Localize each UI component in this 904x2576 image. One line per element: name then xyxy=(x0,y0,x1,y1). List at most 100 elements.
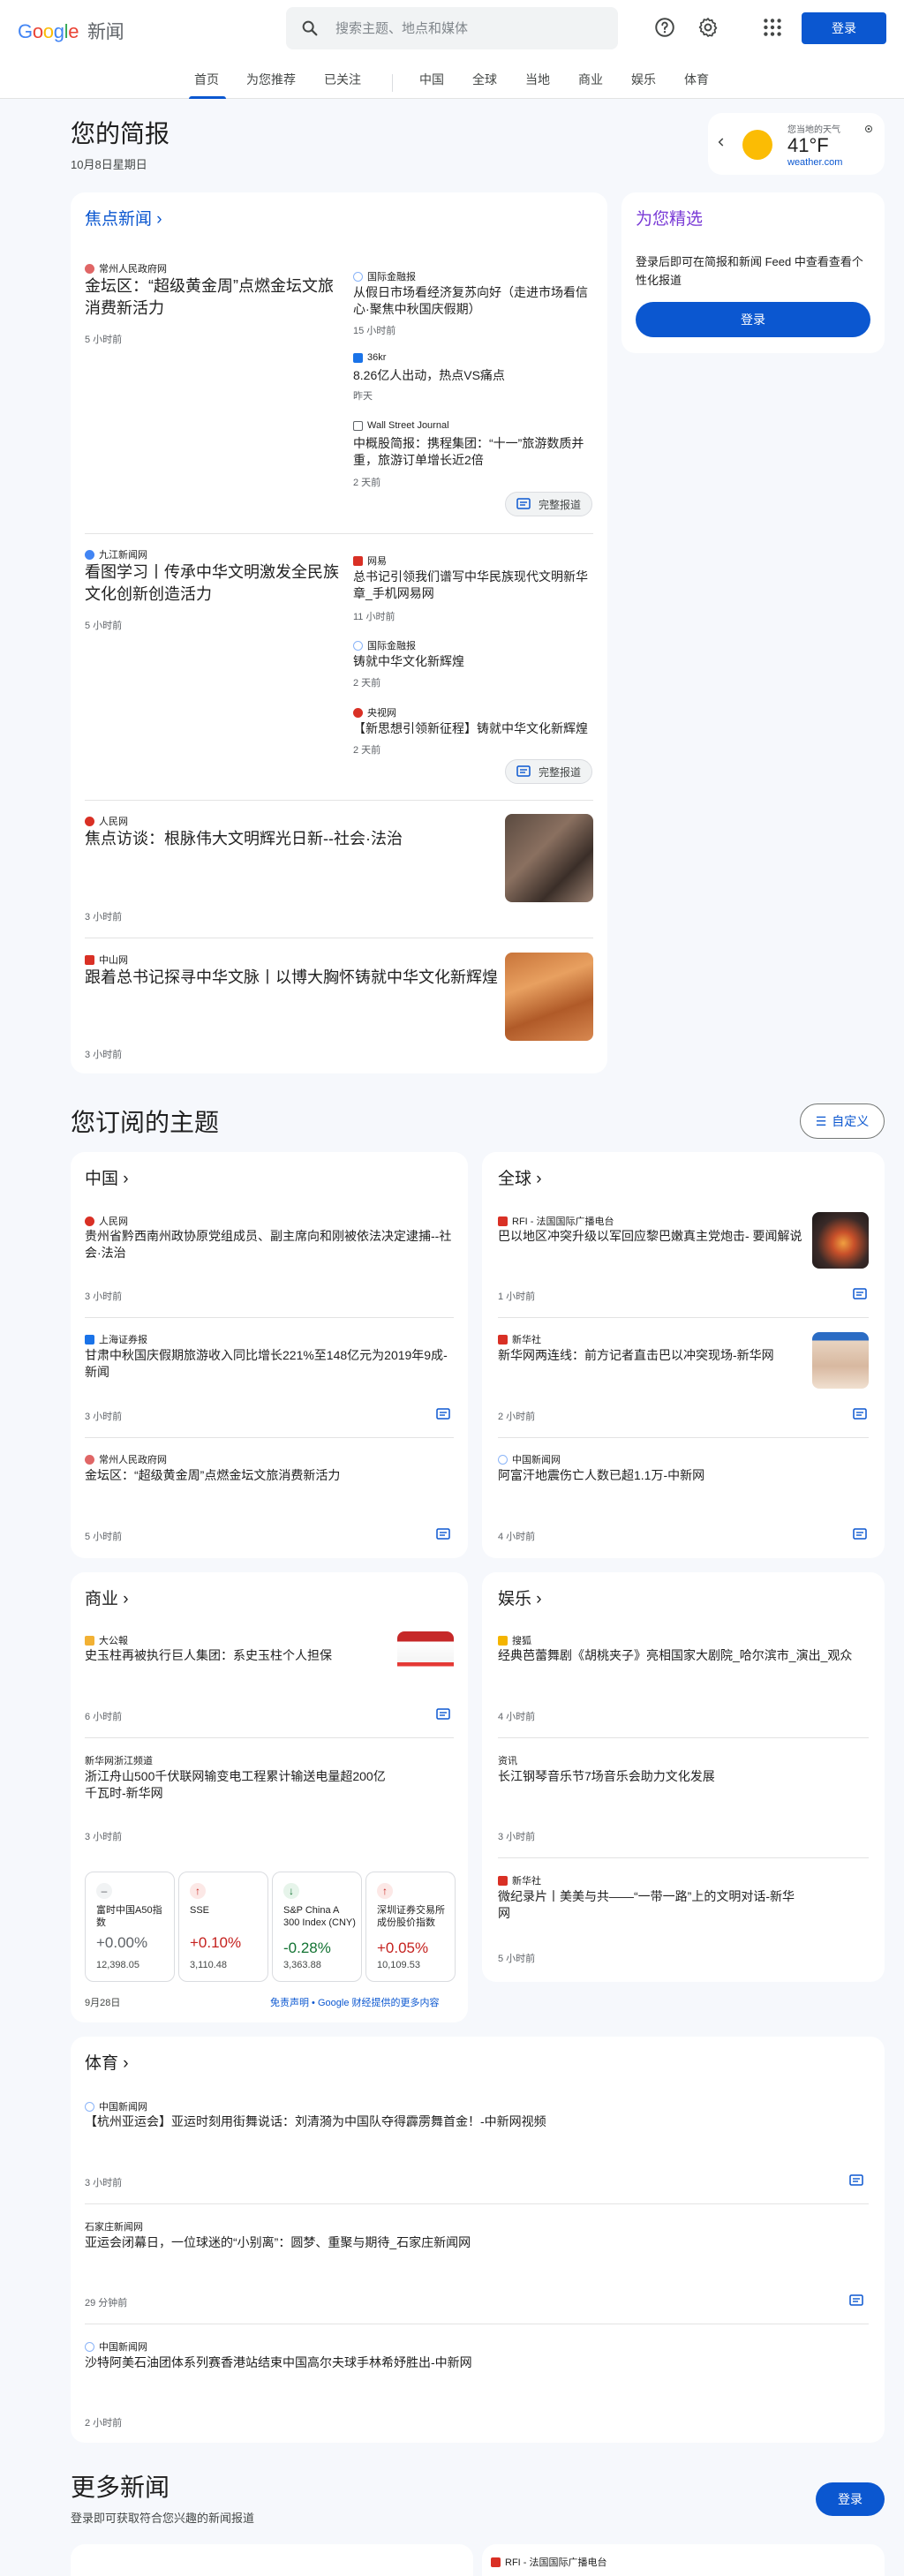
flat-icon: – xyxy=(96,1883,112,1899)
story-headline[interactable]: 总书记引领我们谱写中华民族现代文明新华章_手机网易网 xyxy=(353,569,591,603)
story-headline[interactable]: 金坛区：“超级黄金周”点燃金坛文旅消费新活力 xyxy=(85,1467,456,1484)
story-headline[interactable]: 看图学习丨传承中华文明激发全民族文化创新创造活力 xyxy=(85,561,341,606)
story-headline[interactable]: 【杭州亚运会】亚运时刻用街舞说话：刘清漪为中国队夺得霹雳舞首金！-中新网视频 xyxy=(85,2113,791,2130)
for-you-sign-in-button[interactable]: 登录 xyxy=(636,302,870,337)
story-headline[interactable]: 焦点访谈：根脉伟大文明辉光日新--社会·法治 xyxy=(85,828,473,850)
story-headline[interactable]: 新华网两连线：前方记者直击巴以冲突现场-新华网 xyxy=(498,1347,807,1364)
full-coverage-icon[interactable] xyxy=(436,1407,452,1421)
tab-following[interactable]: 已关注 xyxy=(324,71,361,99)
story-headline[interactable]: 【新思想引领新征程】铸就中华文化新辉煌 xyxy=(353,720,591,737)
topic-title-entertainment[interactable]: 娱乐 › xyxy=(498,1586,542,1609)
full-coverage-button[interactable]: 完整报道 xyxy=(505,492,593,516)
help-icon[interactable] xyxy=(653,16,676,39)
customize-button[interactable]: ☰ 自定义 xyxy=(800,1103,885,1139)
apps-icon[interactable] xyxy=(761,16,784,39)
stock-card[interactable]: ↑ SSE +0.10% 3,110.48 xyxy=(178,1872,268,1982)
full-coverage-icon[interactable] xyxy=(436,1707,452,1721)
full-coverage-icon xyxy=(516,498,531,509)
full-coverage-button[interactable]: 完整报道 xyxy=(505,759,593,784)
story-source: RFI - 法国国际广播电台 xyxy=(491,2555,607,2569)
story-headline[interactable]: 8.26亿人出动，热点VS痛点 xyxy=(353,367,591,384)
story-headline[interactable]: 跟着总书记探寻中华文脉丨以博大胸怀铸就中华文化新辉煌 xyxy=(85,967,500,989)
story-headline[interactable]: 贵州省黔西南州政协原党组成员、副主席向和刚被依法决定逮捕--社会·法治 xyxy=(85,1228,456,1262)
story-headline[interactable]: 长江钢琴音乐节7场音乐会助力文化发展 xyxy=(498,1768,869,1785)
tab-entertainment[interactable]: 娱乐 xyxy=(631,71,656,99)
weather-widget[interactable]: 您当地的天气 41°F weather.com xyxy=(708,113,885,175)
story-headline[interactable]: 微纪录片丨美美与共——“一带一路”上的文明对话-新华网 xyxy=(498,1888,798,1923)
full-coverage-icon[interactable] xyxy=(849,2294,865,2308)
story-thumbnail[interactable] xyxy=(505,953,593,1041)
story-source: 中山网 xyxy=(85,953,128,967)
full-coverage-icon xyxy=(516,765,531,777)
full-coverage-icon[interactable] xyxy=(436,1527,452,1541)
stock-change: -0.28% xyxy=(283,1940,331,1956)
full-coverage-icon[interactable] xyxy=(853,1287,869,1301)
sign-in-button[interactable]: 登录 xyxy=(802,12,886,44)
arrow-down-icon: ↓ xyxy=(283,1883,299,1899)
arrow-up-icon: ↑ xyxy=(190,1883,206,1899)
story-thumbnail[interactable] xyxy=(505,814,593,902)
story-headline[interactable]: 史玉柱再被执行巨人集团：系史玉柱个人担保 xyxy=(85,1647,376,1664)
tab-sports[interactable]: 体育 xyxy=(684,71,709,99)
full-coverage-icon[interactable] xyxy=(853,1527,869,1541)
story-thumbnail[interactable] xyxy=(812,1212,869,1269)
story-headline[interactable]: 巴以地区冲突升级以军回应黎巴嫩真主党炮击- 要闻解说 xyxy=(498,1228,807,1245)
google-news-logo[interactable]: Google 新闻 xyxy=(18,18,124,44)
stock-value: 12,398.05 xyxy=(96,1960,139,1970)
story-headline[interactable]: 阿富汗地震伤亡人数已超1.1万-中新网 xyxy=(498,1467,851,1484)
story-source: 九江新闻网 xyxy=(85,547,147,561)
stock-card[interactable]: ↑ 深圳证券交易所成份股价指数 +0.05% 10,109.53 xyxy=(365,1872,456,1982)
stock-card[interactable]: – 富时中国A50指数 +0.00% 12,398.05 xyxy=(85,1872,175,1982)
tab-home[interactable]: 首页 xyxy=(194,71,219,99)
story-headline[interactable]: 沙特阿美石油团体系列赛香港站结束中国高尔夫球手林希妤胜出-中新网 xyxy=(85,2354,791,2371)
chevron-left-icon[interactable] xyxy=(715,136,727,148)
story-headline[interactable]: 经典芭蕾舞剧《胡桃夹子》亮相国家大剧院_哈尔滨市_演出_观众 xyxy=(498,1647,869,1664)
for-you-title[interactable]: 为您精选 xyxy=(636,206,703,230)
story-headline[interactable]: 金坛区：“超级黄金周”点燃金坛文旅消费新活力 xyxy=(85,275,341,320)
full-coverage-icon[interactable] xyxy=(849,2173,865,2188)
tab-business[interactable]: 商业 xyxy=(578,71,603,99)
story-source: 国际金融报 xyxy=(353,269,416,283)
search-icon[interactable] xyxy=(300,19,320,38)
stock-name: 富时中国A50指数 xyxy=(96,1905,162,1929)
story-headline[interactable]: 铸就中华文化新辉煌 xyxy=(353,653,591,670)
tab-local[interactable]: 当地 xyxy=(525,71,550,99)
topic-title-business[interactable]: 商业 › xyxy=(85,1586,129,1609)
story-headline[interactable]: 中概股简报：携程集团：“十一”旅游数质并重，旅游订单增长近2倍 xyxy=(353,435,591,470)
divider xyxy=(85,1317,454,1318)
topic-title-world[interactable]: 全球 › xyxy=(498,1165,542,1189)
story-headline[interactable]: 浙江舟山500千伏联网输变电工程累计输送电量超200亿千瓦时-新华网 xyxy=(85,1768,394,1803)
more-news-sign-in-button[interactable]: 登录 xyxy=(816,2482,885,2516)
story-time: 6 小时前 xyxy=(85,1712,123,1722)
full-coverage-icon[interactable] xyxy=(853,1407,869,1421)
stock-card[interactable]: ↓ S&P China A 300 Index (CNY) -0.28% 3,3… xyxy=(272,1872,362,1982)
tab-world[interactable]: 全球 xyxy=(472,71,497,99)
search-input[interactable] xyxy=(335,7,600,49)
settings-icon[interactable] xyxy=(697,16,719,39)
divider xyxy=(498,1437,869,1438)
topics-title: 您订阅的主题 xyxy=(71,1109,220,1136)
topic-title-china[interactable]: 中国 › xyxy=(85,1165,129,1189)
story-time: 11 小时前 xyxy=(353,612,396,622)
tab-china[interactable]: 中国 xyxy=(419,71,444,99)
story-source: 国际金融报 xyxy=(353,638,416,652)
stock-value: 10,109.53 xyxy=(377,1960,420,1970)
weather-source-link[interactable]: weather.com xyxy=(787,157,842,168)
search-box[interactable] xyxy=(286,7,618,49)
story-headline[interactable]: 甘肃中秋国庆假期旅游收入同比增长221%至148亿元为2019年9成-新闻 xyxy=(85,1347,456,1382)
finance-disclaimer-link[interactable]: 免责声明 • Google 财经提供的更多内容 xyxy=(270,1995,440,2009)
story-source: 中国新闻网 xyxy=(498,1452,561,1466)
story-time: 5 小时前 xyxy=(498,1954,536,1964)
stock-change: +0.05% xyxy=(377,1940,429,1956)
story-headline[interactable]: 亚运会闭幕日，一位球迷的“小别离”：圆梦、重聚与期待_石家庄新闻网 xyxy=(85,2234,791,2251)
story-source: 资讯 xyxy=(498,1756,517,1766)
story-headline[interactable]: 从假日市场看经济复苏向好（走进市场看信心·聚焦中秋国庆假期） xyxy=(353,284,591,319)
story-thumbnail[interactable] xyxy=(812,1332,869,1389)
tab-for-you[interactable]: 为您推荐 xyxy=(246,71,296,99)
top-stories-title[interactable]: 焦点新闻 › xyxy=(85,206,162,230)
story-thumbnail[interactable] xyxy=(397,1631,454,1688)
top-app-bar: Google 新闻 登录 首页 为您推荐 已关注 中国 全球 当地 商业 娱乐 … xyxy=(0,0,904,99)
location-icon[interactable] xyxy=(863,124,874,134)
arrow-up-icon: ↑ xyxy=(377,1883,393,1899)
topic-title-sports[interactable]: 体育 › xyxy=(85,2050,129,2074)
